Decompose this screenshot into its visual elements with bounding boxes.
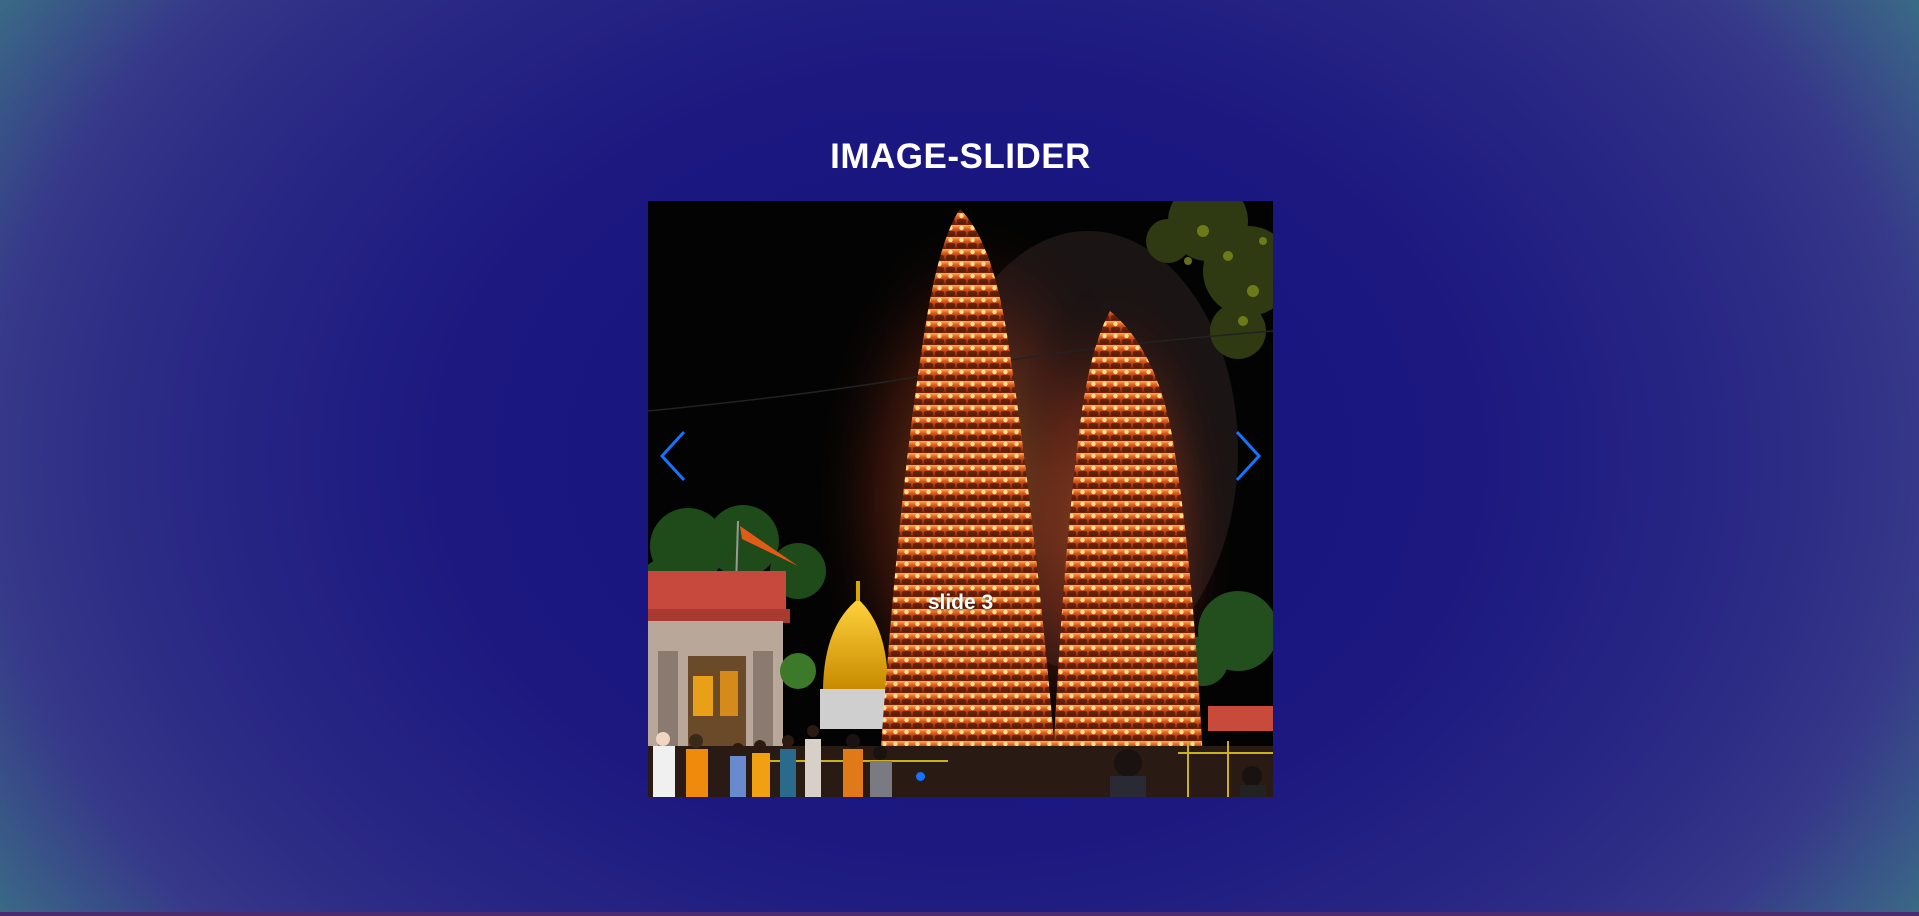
- slide-indicators: [916, 772, 925, 781]
- chevron-left-icon: [659, 430, 686, 482]
- image-slider: slide 3: [648, 201, 1273, 797]
- page-title: IMAGE-SLIDER: [830, 137, 1091, 176]
- bottom-border: [0, 912, 1919, 916]
- slide-image: [648, 201, 1273, 797]
- next-slide-button[interactable]: [1223, 426, 1267, 486]
- slide-indicator-dot[interactable]: [916, 772, 925, 781]
- chevron-right-icon: [1235, 430, 1262, 482]
- slide-caption: slide 3: [927, 591, 994, 614]
- previous-slide-button[interactable]: [654, 426, 698, 486]
